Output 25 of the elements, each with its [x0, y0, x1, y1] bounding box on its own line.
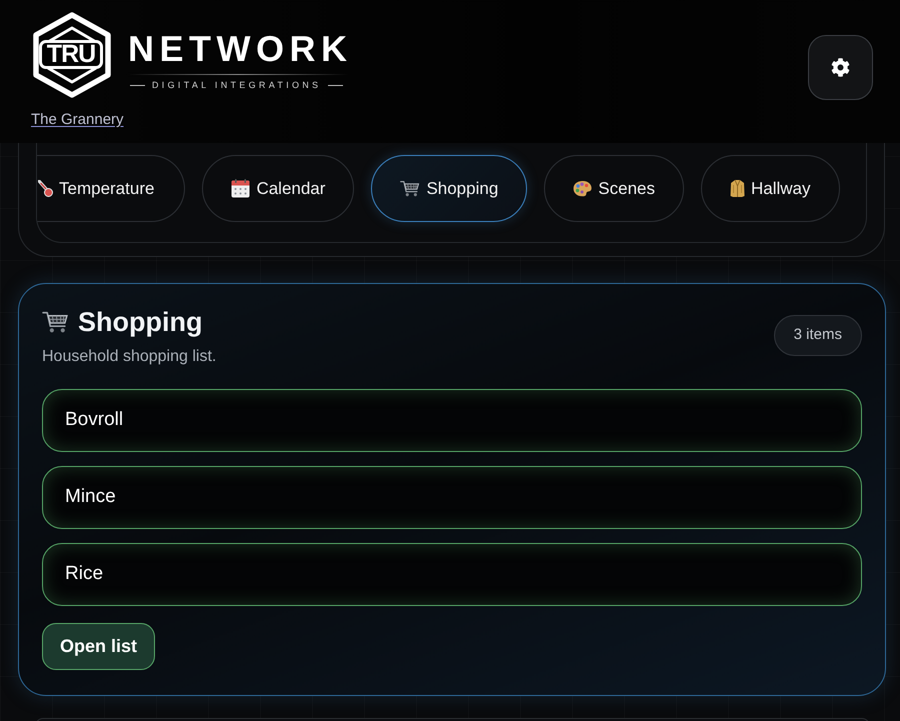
open-list-button[interactable]: Open list: [42, 623, 156, 670]
logo-wordmark: NETWORK: [128, 31, 352, 67]
coat-icon: [730, 179, 745, 198]
nav-tab[interactable]: Shopping: [371, 155, 528, 222]
item-count-badge: 3 items: [774, 315, 862, 356]
logo-tagline: DIGITAL INTEGRATIONS: [152, 80, 322, 91]
nav-tab[interactable]: Scenes: [544, 155, 684, 222]
shopping-item: Bovroll: [42, 389, 862, 452]
hexagon-logo-icon: [33, 12, 111, 98]
card-title: Shopping: [78, 306, 202, 338]
cart-icon: [400, 179, 420, 198]
thermometer-icon: [38, 180, 53, 198]
settings-button[interactable]: [808, 35, 873, 100]
palette-icon: [573, 180, 592, 197]
calendar-icon: [231, 179, 250, 198]
shopping-item: Mince: [42, 466, 862, 529]
card-subtitle: Household shopping list.: [42, 347, 216, 366]
nav-tab[interactable]: Calendar: [202, 155, 354, 222]
nav-tab[interactable]: Hallway: [700, 155, 840, 222]
shopping-item: Rice: [42, 543, 862, 606]
nav-tab[interactable]: Temperature: [37, 155, 186, 222]
settings-icon: [831, 58, 850, 77]
location-link[interactable]: The Grannery: [31, 111, 124, 129]
cart-icon: [42, 309, 69, 335]
logo-badge-text: TRU: [39, 40, 103, 69]
